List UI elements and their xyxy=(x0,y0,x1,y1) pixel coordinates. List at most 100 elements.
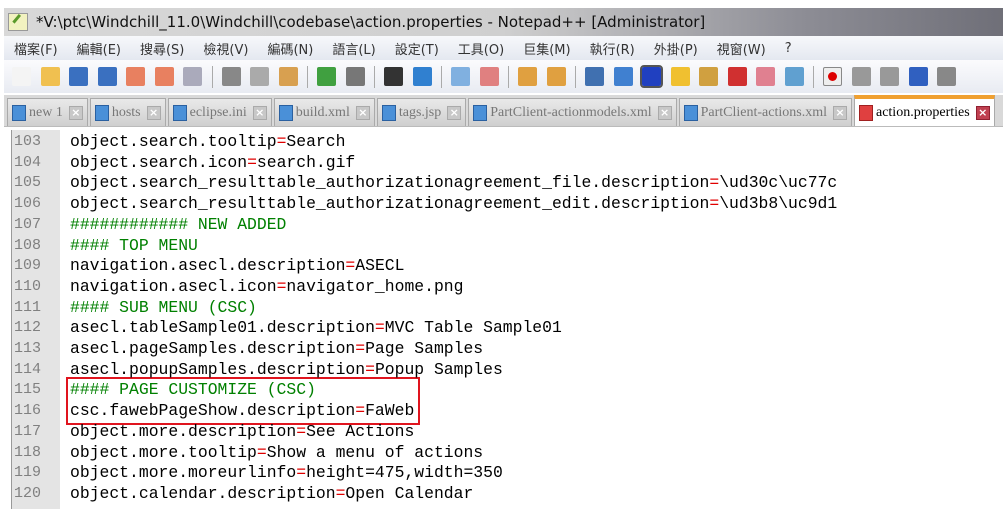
word-wrap-icon[interactable] xyxy=(585,67,604,86)
property-key: object.calendar.description xyxy=(70,483,336,503)
property-value: \ud3b8\uc9d1 xyxy=(719,194,838,214)
replace-icon[interactable] xyxy=(412,67,432,86)
code-line[interactable]: 111 #### SUB MENU (CSC) xyxy=(12,298,998,319)
property-key: csc.fawebPageShow.description xyxy=(70,401,356,421)
property-key: object.more.tooltip xyxy=(70,442,257,462)
stop-record-icon[interactable] xyxy=(851,67,871,86)
play-macro-icon[interactable] xyxy=(880,67,899,86)
tab-label: eclipse.ini xyxy=(189,104,247,120)
undo-icon[interactable] xyxy=(317,67,336,86)
code-line[interactable]: 105 object.search_resulttable_authorizati… xyxy=(12,173,998,194)
code-line[interactable]: 110 navigation.asecl.icon=navigator_home.… xyxy=(12,277,998,298)
tab-new-1[interactable]: new 1 × xyxy=(7,98,88,126)
menu-item[interactable]: 外掛(P) xyxy=(654,39,698,58)
close-icon[interactable]: × xyxy=(975,105,990,120)
close-icon[interactable]: × xyxy=(447,105,462,120)
code-line[interactable]: 109 navigation.asecl.description=ASECL xyxy=(12,256,998,277)
menu-item[interactable]: 視窗(W) xyxy=(717,39,766,58)
comment-text: #### SUB MENU (CSC) xyxy=(70,297,257,317)
record-macro-icon[interactable] xyxy=(823,67,842,86)
toolbar-separator xyxy=(575,65,576,88)
redo-icon[interactable] xyxy=(345,67,365,86)
property-key: object.search.icon xyxy=(70,152,248,172)
folder-as-workspace-icon[interactable] xyxy=(756,67,775,86)
code-line[interactable]: 120 object.calendar.description=Open Cale… xyxy=(12,484,998,505)
menu-item[interactable]: 編輯(E) xyxy=(77,39,121,58)
line-number: 118 xyxy=(14,443,42,461)
doc-map-icon[interactable] xyxy=(699,67,718,86)
menu-item[interactable]: 檢視(V) xyxy=(203,39,248,58)
tab-label: PartClient-actionmodels.xml xyxy=(490,104,652,120)
close-icon[interactable]: × xyxy=(832,105,847,120)
close-icon[interactable]: × xyxy=(68,105,83,120)
code-line[interactable]: 115 #### PAGE CUSTOMIZE (CSC) xyxy=(12,380,998,401)
sync-horizontal-icon[interactable] xyxy=(546,67,566,86)
save-all-icon[interactable] xyxy=(97,67,117,86)
show-all-chars-icon[interactable] xyxy=(613,67,633,86)
property-value: MVC Table Sample01 xyxy=(384,318,562,338)
function-list-icon[interactable] xyxy=(727,67,747,86)
equals-operator: = xyxy=(365,359,375,379)
open-file-icon[interactable] xyxy=(40,67,60,86)
code-line[interactable]: 107 ############ NEW ADDED xyxy=(12,215,998,236)
tab-eclipse-ini[interactable]: eclipse.ini × xyxy=(167,98,272,126)
menu-item[interactable]: 巨集(M) xyxy=(523,39,570,58)
run-macro-multiple-icon[interactable] xyxy=(908,67,928,86)
toolbar-separator xyxy=(374,65,375,88)
menu-item[interactable]: 執行(R) xyxy=(590,39,635,58)
code-line[interactable]: 106 object.search_resulttable_authorizati… xyxy=(12,194,998,215)
monitor-icon[interactable] xyxy=(784,67,804,86)
code-line[interactable]: 114 asecl.popupSamples.description=Popup … xyxy=(12,360,998,381)
menu-item[interactable]: 語言(L) xyxy=(332,39,375,58)
zoom-out-icon[interactable] xyxy=(479,67,499,86)
close-icon[interactable]: × xyxy=(252,105,267,120)
code-line[interactable]: 103 object.search.tooltip=Search xyxy=(12,132,998,153)
new-file-icon[interactable] xyxy=(12,67,31,86)
sync-vertical-icon[interactable] xyxy=(518,67,537,86)
print-icon[interactable] xyxy=(183,67,202,86)
save-macro-icon[interactable] xyxy=(937,67,956,86)
indent-guide-icon[interactable] xyxy=(640,65,663,88)
close-icon[interactable]: × xyxy=(657,105,672,120)
save-icon[interactable] xyxy=(69,67,88,86)
copy-icon[interactable] xyxy=(250,67,269,86)
close-icon[interactable]: × xyxy=(355,105,370,120)
tab-label: PartClient-actions.xml xyxy=(700,104,827,120)
tab-tags-jsp[interactable]: tags.jsp × xyxy=(376,98,467,126)
toolbar-separator xyxy=(508,65,509,88)
menu-item[interactable]: 搜尋(S) xyxy=(140,39,184,58)
code-line[interactable]: 116 csc.fawebPageShow.description=FaWeb xyxy=(12,401,998,422)
tab-action-properties[interactable]: action.properties × xyxy=(853,95,995,126)
menu-item[interactable]: ? xyxy=(785,41,792,56)
code-line[interactable]: 117 object.more.description=See Actions xyxy=(12,422,998,443)
close-all-icon[interactable] xyxy=(154,67,174,86)
code-line[interactable]: 113 asecl.pageSamples.description=Page Sa… xyxy=(12,339,998,360)
zoom-in-icon[interactable] xyxy=(451,67,470,86)
menu-item[interactable]: 檔案(F) xyxy=(14,39,58,58)
code-line[interactable]: 119 object.more.moreurlinfo=height=475,wi… xyxy=(12,463,998,484)
line-number: 119 xyxy=(14,464,42,482)
menu-item[interactable]: 工具(O) xyxy=(458,39,504,58)
menu-item[interactable]: 設定(T) xyxy=(395,39,439,58)
code-line[interactable]: 112 asecl.tableSample01.description=MVC T… xyxy=(12,318,998,339)
find-icon[interactable] xyxy=(384,67,403,86)
property-key: navigation.asecl.description xyxy=(70,256,346,276)
code-line[interactable]: 118 object.more.tooltip=Show a menu of ac… xyxy=(12,443,998,464)
close-icon[interactable] xyxy=(126,67,145,86)
comment-text: ############ NEW ADDED xyxy=(70,214,287,234)
equals-operator: = xyxy=(709,194,720,214)
menu-item[interactable]: 編碼(N) xyxy=(267,39,313,58)
code-line[interactable]: 108 #### TOP MENU xyxy=(12,236,998,257)
equals-operator: = xyxy=(256,442,267,462)
code-line[interactable]: 104 object.search.icon=search.gif xyxy=(12,153,998,174)
tab-partclient-actionmodels-xml[interactable]: PartClient-actionmodels.xml × xyxy=(468,98,677,126)
tab-partclient-actions-xml[interactable]: PartClient-actions.xml × xyxy=(678,98,852,126)
close-icon[interactable]: × xyxy=(146,105,161,120)
tab-hosts[interactable]: hosts × xyxy=(89,98,166,126)
cut-icon[interactable] xyxy=(221,67,241,86)
code-editor[interactable]: 103 object.search.tooltip=Search 104 object… xyxy=(11,130,998,509)
user-language-icon[interactable] xyxy=(670,67,690,86)
line-text: asecl.popupSamples.description=Popup Sam… xyxy=(70,360,503,381)
paste-icon[interactable] xyxy=(278,67,298,86)
tab-build-xml[interactable]: build.xml × xyxy=(273,98,375,126)
